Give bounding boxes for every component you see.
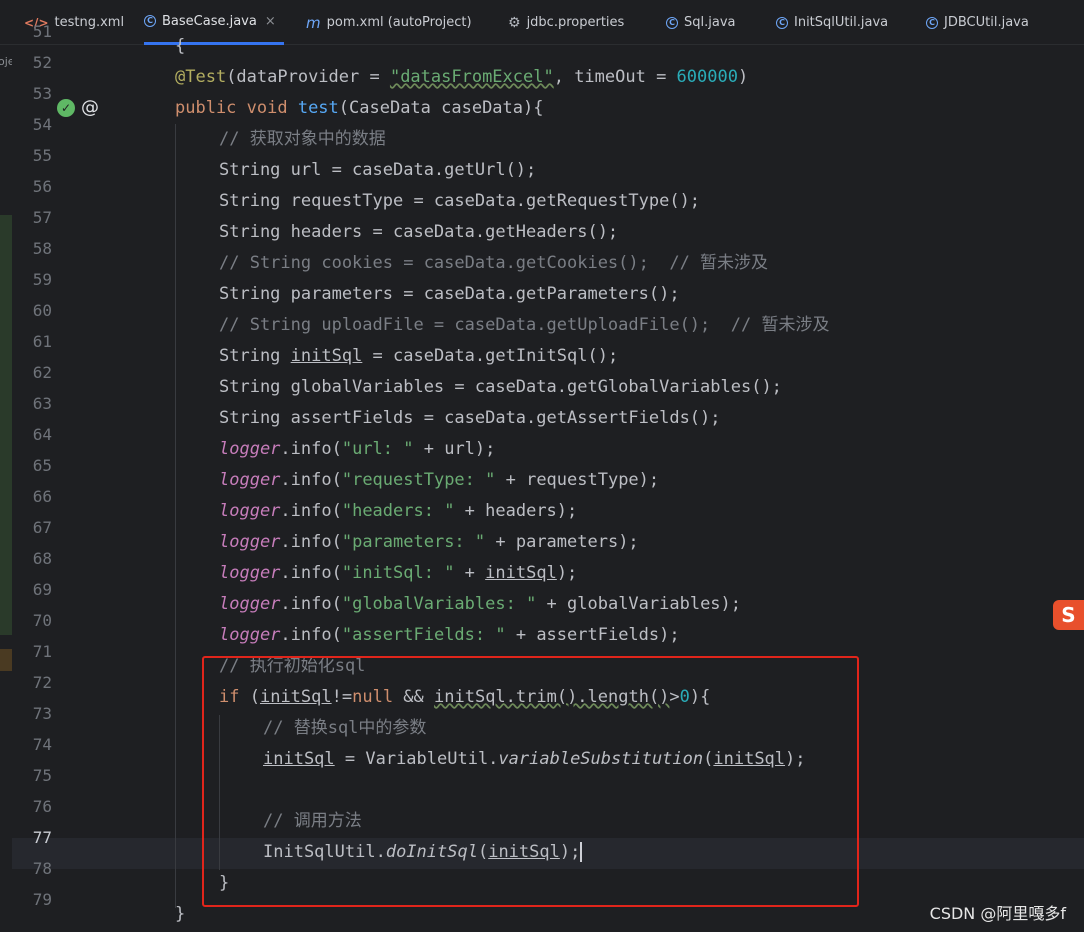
code-text: ) [737, 67, 749, 87]
code-line: String requestType = caseData.getRequest… [219, 191, 701, 211]
string-literal: "initSql: " [341, 563, 455, 583]
code-text: = caseData.getInitSql(); [362, 346, 619, 366]
code-text: .info( [280, 563, 342, 583]
close-icon[interactable]: × [265, 14, 276, 29]
code-text: ); [556, 563, 578, 583]
code-text: (CaseData caseData){ [338, 98, 544, 118]
code-line: { [175, 36, 186, 56]
gear-icon: ⚙ [508, 14, 521, 31]
variable: initSql [485, 563, 557, 583]
string-literal: "url: " [341, 439, 414, 459]
code-comment: // String uploadFile = caseData.getUploa… [219, 315, 830, 335]
java-class-icon: C [776, 16, 788, 29]
string-literal: "globalVariables: " [341, 594, 537, 614]
code-text: + assertFields); [505, 625, 680, 645]
code-text: (dataProvider = [226, 67, 390, 87]
code-line: logger.info("assertFields: " + assertFie… [0, 620, 1084, 651]
code-line: String globalVariables = caseData.getGlo… [219, 377, 782, 397]
code-text: + [454, 563, 486, 583]
field: logger [219, 470, 281, 490]
code-line: logger.info("requestType: " + requestTyp… [0, 465, 1084, 496]
string-literal: "headers: " [341, 501, 455, 521]
tab-label: jdbc.properties [526, 15, 625, 30]
code-text: .info( [280, 594, 342, 614]
code-text: + requestType); [495, 470, 660, 490]
code-line: String initSql = caseData.getInitSql(); [0, 341, 1084, 372]
java-class-icon: C [926, 16, 938, 29]
code-text: .info( [280, 470, 342, 490]
code-text: + globalVariables); [536, 594, 742, 614]
watermark: CSDN @阿里嘎多f [929, 904, 1066, 923]
code-line: String parameters = caseData.getParamete… [219, 284, 680, 304]
field: logger [219, 594, 281, 614]
field: logger [219, 439, 281, 459]
code-text: , timeOut = [553, 67, 677, 87]
field: logger [219, 625, 281, 645]
java-class-icon: C [666, 16, 678, 29]
tab-label: testng.xml [54, 15, 125, 30]
code-line: @Test(dataProvider = "datasFromExcel", t… [0, 62, 1084, 93]
method-name: test [297, 98, 339, 118]
code-line: logger.info("globalVariables: " + global… [0, 589, 1084, 620]
tab-label: pom.xml (autoProject) [326, 15, 472, 30]
string-literal: "assertFields: " [341, 625, 506, 645]
code-line: String assertFields = caseData.getAssert… [219, 408, 721, 428]
code-comment: // 获取对象中的数据 [219, 129, 386, 149]
code-text: String [219, 346, 291, 366]
highlight-box [202, 656, 859, 907]
field: logger [219, 563, 281, 583]
field: logger [219, 501, 281, 521]
code-line: logger.info("parameters: " + parameters)… [0, 527, 1084, 558]
code-text: .info( [280, 501, 342, 521]
code-text: .info( [280, 532, 342, 552]
string-literal: "parameters: " [341, 532, 486, 552]
code-line: logger.info("url: " + url); [0, 434, 1084, 465]
code-line: logger.info("headers: " + headers); [0, 496, 1084, 527]
code-line: String headers = caseData.getHeaders(); [219, 222, 619, 242]
code-line: public void test(CaseData caseData){ [0, 93, 1084, 124]
input-method-icon[interactable]: S [1053, 600, 1084, 630]
code-text: + headers); [454, 501, 578, 521]
code-line: logger.info("initSql: " + initSql); [0, 558, 1084, 589]
tab-label: JDBCUtil.java [944, 15, 1029, 30]
tab-label: Sql.java [684, 15, 736, 30]
code-comment: // String cookies = caseData.getCookies(… [219, 253, 769, 273]
maven-icon: m [306, 13, 321, 32]
keyword: public void [175, 98, 298, 118]
java-class-icon: C [144, 15, 156, 27]
code-text: + parameters); [485, 532, 639, 552]
field: logger [219, 532, 281, 552]
number-literal: 600000 [676, 67, 738, 87]
annotation: @Test [175, 67, 227, 87]
tab-label: InitSqlUtil.java [794, 15, 889, 30]
code-text: + url); [413, 439, 496, 459]
variable: initSql [290, 346, 363, 366]
code-text: .info( [280, 439, 342, 459]
code-line: String url = caseData.getUrl(); [219, 160, 537, 180]
string-literal: "datasFromExcel" [389, 67, 554, 87]
string-literal: "requestType: " [341, 470, 496, 490]
code-text: .info( [280, 625, 342, 645]
tab-label: BaseCase.java [162, 13, 257, 29]
